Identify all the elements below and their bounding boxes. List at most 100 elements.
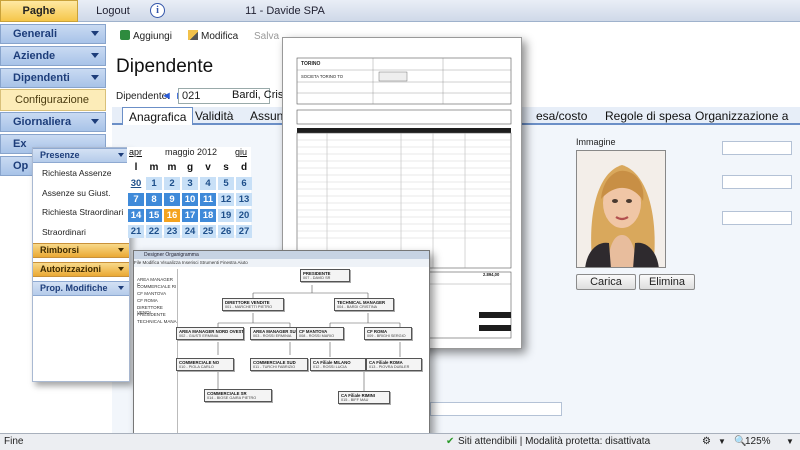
org-node[interactable]: COMMERCIALE NO 010 - PIOLA CARLO [176, 358, 234, 371]
nav-aziende[interactable]: Aziende [0, 46, 106, 66]
edit-button[interactable]: Modifica [188, 29, 238, 45]
tree-item[interactable]: COMMERCIALE RI [137, 284, 176, 289]
calendar-day[interactable]: 8 [146, 193, 162, 206]
side-field[interactable] [722, 211, 792, 225]
calendar-day[interactable]: 6 [236, 177, 252, 190]
calendar-day[interactable]: 10 [182, 193, 198, 206]
calendar-day[interactable]: 12 [218, 193, 234, 206]
next-month-link[interactable]: giu [235, 147, 247, 157]
employee-name: Bardi, Crist [232, 89, 287, 101]
tree-item[interactable]: CF MANTOVA [137, 291, 166, 296]
calendar-day[interactable]: 14 [128, 209, 144, 222]
presenze-header[interactable]: Presenze [33, 148, 129, 163]
delete-image-button[interactable]: Elimina [639, 274, 695, 290]
tab-validita[interactable]: Validità [195, 107, 233, 125]
calendar-day[interactable]: 18 [200, 209, 216, 222]
org-node[interactable]: AREA MANAGER NORD OVEST 002 - GIUSTI ERMI… [176, 327, 244, 340]
nav-configurazione[interactable]: Configurazione [0, 89, 106, 111]
org-node[interactable]: CA Filiale MILANO 012 - ROSSI LUCIA [310, 358, 366, 371]
nav-generali[interactable]: Generali [0, 24, 106, 44]
logout-button[interactable]: Logout [80, 0, 146, 22]
org-node-subtitle: 012 - ROSSI LUCIA [313, 365, 347, 369]
calendar-weekday: m [149, 162, 159, 173]
calendar-day[interactable]: 16 [164, 209, 180, 222]
chevron-down-icon [118, 153, 124, 157]
status-text: Fine [4, 436, 24, 447]
tab-organizzazione[interactable]: Organizzazione a [695, 107, 788, 125]
info-icon[interactable]: i [150, 3, 165, 18]
save-button[interactable]: Salva [254, 29, 279, 45]
calendar-day[interactable]: 19 [218, 209, 234, 222]
calendar-weekday: g [186, 162, 194, 173]
employee-photo [576, 150, 666, 268]
calendar-day[interactable]: 23 [164, 225, 180, 238]
calendar-day[interactable]: 20 [236, 209, 252, 222]
lock-icon[interactable]: ⚙ [702, 434, 711, 450]
menu-assenze-giust[interactable]: Assenze su Giust. [42, 188, 111, 198]
tree-item[interactable]: CF ROMA [137, 298, 158, 303]
tab-anagrafica[interactable]: Anagrafica [122, 107, 194, 125]
chevron-down-icon[interactable]: ▼ [786, 434, 794, 450]
tree-item[interactable]: PRESIDENTE [137, 312, 166, 317]
calendar-day[interactable]: 11 [200, 193, 216, 206]
calendar-day[interactable]: 5 [218, 177, 234, 190]
rimborsi-header[interactable]: Rimborsi [33, 243, 129, 258]
side-field[interactable] [722, 175, 792, 189]
autorizzazioni-header[interactable]: Autorizzazioni [33, 262, 129, 277]
side-field[interactable] [722, 141, 792, 155]
org-chart-menu[interactable]: File Modifica Visualizza Inserisci Strum… [134, 259, 429, 267]
check-icon: ✔ [446, 436, 455, 447]
chevron-down-icon [91, 53, 99, 58]
chevron-down-icon [91, 119, 99, 124]
chevron-down-icon [91, 31, 99, 36]
add-button[interactable]: Aggiungi [120, 29, 172, 45]
tab-paghe[interactable]: Paghe [0, 0, 78, 22]
calendar-day[interactable]: 26 [218, 225, 234, 238]
nav-dipendenti[interactable]: Dipendenti [0, 68, 106, 88]
upload-image-button[interactable]: Carica [576, 274, 636, 290]
payslip-company: TORINO [301, 61, 321, 67]
nav-giornaliera[interactable]: Giornaliera [0, 112, 106, 132]
org-node-subtitle: 007 - DAVID SR [303, 276, 331, 280]
calendar-day[interactable]: 25 [200, 225, 216, 238]
prop-modifiche-header[interactable]: Prop. Modifiche [33, 281, 129, 296]
calendar-day[interactable]: 3 [182, 177, 198, 190]
org-node[interactable]: CF MANTOVA 008 - ROSSI MARIO [296, 327, 344, 340]
tree-item[interactable]: TECHNICAL MANA [137, 319, 177, 324]
calendar-day[interactable]: 27 [236, 225, 252, 238]
org-node[interactable]: CF ROMA 009 - BRIGHI SERGIO [364, 327, 412, 340]
org-node[interactable]: COMMERCIALE SR 014 - BIOSE GAIRA PIETRO [204, 389, 272, 402]
prop-modifiche-label: Prop. Modifiche [40, 283, 108, 293]
org-node[interactable]: PRESIDENTE 007 - DAVID SR [300, 269, 350, 282]
tab-spesa-costo[interactable]: esa/costo [536, 107, 587, 125]
pencil-icon [188, 30, 198, 40]
calendar-day[interactable]: 1 [146, 177, 162, 190]
calendar-day[interactable]: 13 [236, 193, 252, 206]
tab-regole-spesa[interactable]: Regole di spesa [605, 107, 691, 125]
org-node[interactable]: DIRETTORE VENDITE 001 - MARCHETTI PIETRO [222, 298, 284, 311]
menu-straordinari[interactable]: Straordinari [42, 227, 86, 237]
calendar-day[interactable]: 7 [128, 193, 144, 206]
calendar-day[interactable]: 2 [164, 177, 180, 190]
menu-richiesta-straordinari[interactable]: Richiesta Straordinari [42, 207, 123, 217]
org-node[interactable]: TECHNICAL MANAGER 004 - BARDI CRISTINA [334, 298, 394, 311]
calendar-day[interactable]: 17 [182, 209, 198, 222]
calendar-day[interactable]: 9 [164, 193, 180, 206]
chevron-down-icon[interactable]: ▼ [718, 434, 726, 450]
autorizzazioni-label: Autorizzazioni [40, 264, 101, 274]
bottom-field[interactable] [430, 402, 562, 416]
prev-month-link[interactable]: apr [129, 147, 142, 157]
org-node[interactable]: CA Filiale RIMINI 015 - BIFF MAU [338, 391, 390, 404]
calendar-day[interactable]: 4 [200, 177, 216, 190]
calendar-day[interactable]: 15 [146, 209, 162, 222]
calendar-day[interactable]: 22 [146, 225, 162, 238]
org-node[interactable]: COMMERCIALE SUD 011 - TURCHI FABRIZIO [250, 358, 308, 371]
menu-richiesta-assenze[interactable]: Richiesta Assenze [42, 168, 111, 178]
presenze-menu: Presenze Richiesta Assenze Assenze su Gi… [32, 147, 130, 382]
org-node[interactable]: CA Filiale ROMA 013 - PIOVRA DUBLER [366, 358, 422, 371]
calendar-day[interactable]: 30 [128, 177, 144, 190]
screen: Paghe Logout i 11 - Davide SPA Generali … [0, 0, 800, 450]
zoom-level[interactable]: 125% [745, 434, 771, 450]
calendar-day[interactable]: 21 [128, 225, 144, 238]
calendar-day[interactable]: 24 [182, 225, 198, 238]
